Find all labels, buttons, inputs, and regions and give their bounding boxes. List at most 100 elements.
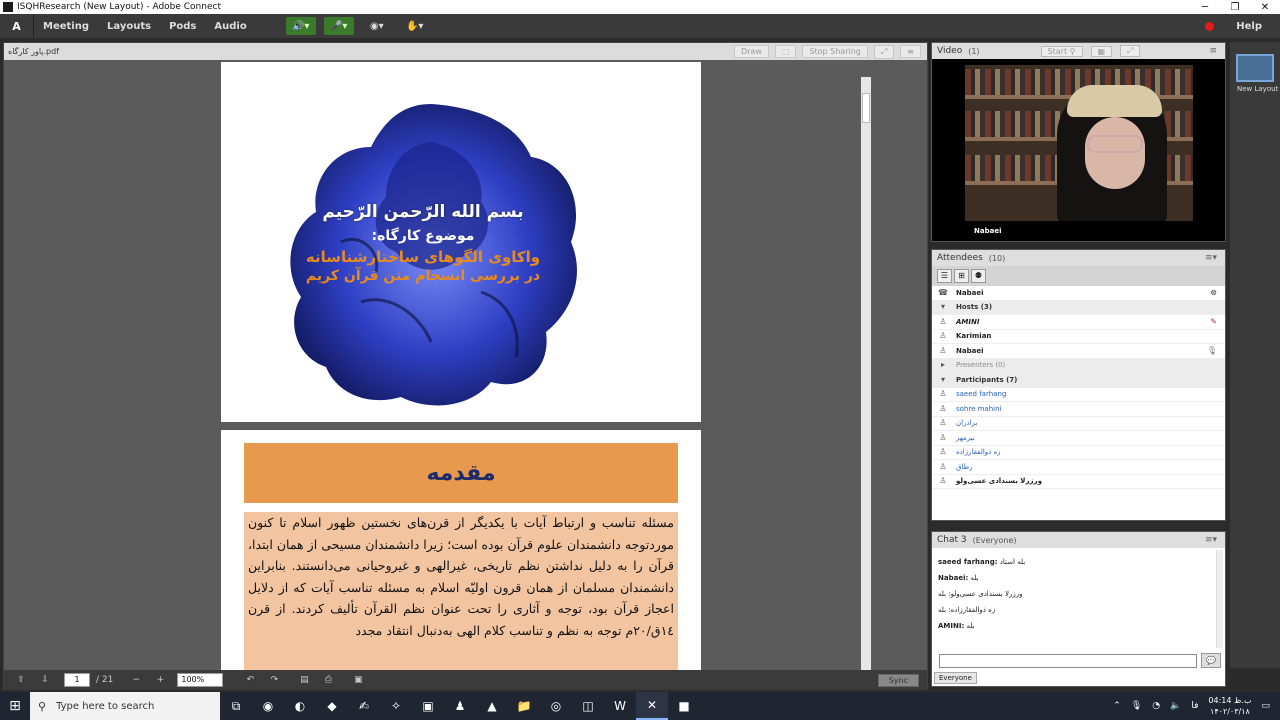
menu-pods[interactable]: Pods <box>160 21 205 32</box>
close-window-button[interactable]: ✕ <box>1250 2 1280 13</box>
chat-tab-everyone[interactable]: Everyone <box>934 672 977 684</box>
zoom-out-icon[interactable]: − <box>129 675 143 685</box>
menu-meeting[interactable]: Meeting <box>34 21 98 32</box>
menu-audio[interactable]: Audio <box>205 21 255 32</box>
participant-icon: ♙ <box>939 461 947 471</box>
fullscreen-icon[interactable]: ⤢ <box>873 44 895 59</box>
breakout-icon[interactable]: ⊞ <box>954 269 969 283</box>
fit-page-icon[interactable]: ▣ <box>351 675 365 685</box>
print-icon[interactable]: ⎙ <box>321 675 335 685</box>
speaker-icon[interactable]: 🔊▾ <box>285 17 316 35</box>
app-icon[interactable]: ▣ <box>412 692 444 720</box>
file-explorer-icon[interactable]: 📁 <box>508 692 540 720</box>
tray-volume-icon[interactable]: 🔈 <box>1170 701 1181 711</box>
app-icon[interactable]: ◫ <box>572 692 604 720</box>
undo-icon[interactable]: ↶ <box>243 675 257 685</box>
chrome-icon[interactable]: ◉ <box>252 692 284 720</box>
adobe-connect-icon <box>3 2 13 12</box>
app-icon[interactable]: ▲ <box>476 692 508 720</box>
previous-page-icon[interactable]: ⇧ <box>14 675 28 685</box>
scrollbar-thumb[interactable] <box>862 93 870 123</box>
input-language[interactable]: فا <box>1191 701 1198 711</box>
record-indicator-icon[interactable] <box>1205 21 1215 31</box>
adobe-connect-taskbar-icon[interactable]: ✕ <box>636 692 668 720</box>
participant-row[interactable]: ♙ saeed farhang <box>932 388 1225 402</box>
status-view-icon[interactable]: ⚉ <box>971 269 986 283</box>
chat-menu-icon[interactable]: ≡▾ <box>1205 535 1217 545</box>
slide-page-1: بسم الله الرّحمن الرّحیم موضوع کارگاه: و… <box>221 62 701 422</box>
help-menu[interactable]: Help <box>1236 21 1262 32</box>
participant-row[interactable]: ♙ رطاق <box>932 460 1225 475</box>
tray-mic-icon[interactable]: 🎙 <box>1131 701 1142 711</box>
sync-button[interactable]: Sync <box>877 673 919 687</box>
minimize-button[interactable]: ─ <box>1190 2 1220 13</box>
app-icon[interactable]: ✧ <box>380 692 412 720</box>
participant-row[interactable]: ♙ sohre mahini <box>932 402 1225 417</box>
notifications-icon[interactable]: ▭ <box>1261 701 1270 711</box>
chat-scrollbar[interactable] <box>1216 550 1223 648</box>
document-icon[interactable]: ▤ <box>297 675 311 685</box>
host-row[interactable]: ♙ AMINI ✎ <box>932 315 1225 330</box>
expand-arrow-icon: ▸ <box>940 360 945 370</box>
draw-button[interactable]: Draw <box>733 45 769 58</box>
participant-icon: ♙ <box>939 403 947 413</box>
participant-icon: ♙ <box>939 389 947 399</box>
selected-attendee-row[interactable]: ☎ Nabaei ⊗ <box>932 286 1225 301</box>
hosts-group[interactable]: ▾ Hosts (3) <box>932 300 1225 315</box>
sticky-notes-icon[interactable]: ■ <box>668 692 700 720</box>
participant-row[interactable]: ♙ برادران <box>932 417 1225 431</box>
slide-title-block: بسم الله الرّحمن الرّحیم موضوع کارگاه: و… <box>273 202 573 284</box>
taskbar-search[interactable]: ⚲ Type here to search <box>30 692 220 720</box>
start-video-button[interactable]: Start ⚲ <box>1040 45 1083 57</box>
app-icon[interactable]: ♟ <box>444 692 476 720</box>
document-viewer[interactable]: بسم الله الرّحمن الرّحیم موضوع کارگاه: و… <box>4 60 927 670</box>
participant-row[interactable]: ♙ زه ذوالفقارزاده <box>932 446 1225 460</box>
edit-status-icon: ✎ <box>1210 317 1217 327</box>
presenters-group[interactable]: ▸ Presenters (0) <box>932 358 1225 373</box>
maximize-button[interactable]: ❐ <box>1220 2 1250 13</box>
video-pod-menu-icon[interactable]: ≡ <box>1209 46 1217 56</box>
zoom-select[interactable]: 100% <box>177 673 224 687</box>
share-pod-toolbar: ⇧ ⇩ 1 / 21 − + 100% ↶ ↷ ▤ ⎙ ▣ Sync <box>4 670 927 690</box>
host-user-icon: ♙ <box>939 345 947 355</box>
task-view-icon[interactable]: ⧉ <box>220 692 252 720</box>
stop-sharing-button[interactable]: Stop Sharing <box>802 45 868 58</box>
word-icon[interactable]: W <box>604 692 636 720</box>
pod-menu-icon[interactable]: ≡ <box>900 45 921 58</box>
taskbar-clock[interactable]: 04:14 ب.ظ ۱۴۰۲/۰۳/۱۸ <box>1208 695 1251 717</box>
layout-thumbnail[interactable] <box>1236 54 1274 82</box>
app-icon[interactable]: ✍ <box>348 692 380 720</box>
search-icon: ⚲ <box>38 699 47 713</box>
redo-icon[interactable]: ↷ <box>267 675 281 685</box>
video-pod: Video (1) Start ⚲ ▦ ⤢ ≡ Nabaei <box>931 42 1226 242</box>
chat-title: Chat 3 <box>937 535 967 545</box>
document-scrollbar[interactable] <box>861 77 871 670</box>
raise-hand-icon[interactable]: ✋▾ <box>400 17 430 35</box>
grid-view-icon[interactable]: ▦ <box>1090 45 1113 57</box>
host-row[interactable]: ♙ Nabaei 🎙 <box>932 344 1225 359</box>
menu-layouts[interactable]: Layouts <box>98 21 160 32</box>
app-icon[interactable]: ◎ <box>540 692 572 720</box>
next-page-icon[interactable]: ⇩ <box>38 675 52 685</box>
microphone-icon[interactable]: 🎤▾ <box>323 17 354 35</box>
list-view-icon[interactable]: ☰ <box>937 269 952 283</box>
tray-network-icon[interactable]: ◔ <box>1152 701 1160 711</box>
chat-message: زه ذوالفقارزاده: بله <box>938 606 996 614</box>
app-icon[interactable]: ◆ <box>316 692 348 720</box>
host-row[interactable]: ♙ Karimian <box>932 330 1225 344</box>
send-message-icon[interactable]: 💬 <box>1201 653 1221 668</box>
attendees-menu-icon[interactable]: ≡▾ <box>1205 253 1217 263</box>
tray-up-icon[interactable]: ⌃ <box>1113 701 1121 711</box>
participant-row[interactable]: ♙ نیرمهر <box>932 431 1225 446</box>
sync-view-icon[interactable]: ⬚ <box>774 45 797 58</box>
edge-icon[interactable]: ◐ <box>284 692 316 720</box>
page-number-input[interactable]: 1 <box>64 673 90 687</box>
participant-row[interactable]: ♙ ورزرلا بسندادی عسی‌ولو <box>932 475 1225 489</box>
participants-group[interactable]: ▾ Participants (7) <box>932 373 1225 388</box>
clear-selection-icon[interactable]: ⊗ <box>1210 288 1217 297</box>
webcam-icon[interactable]: ◉▾ <box>362 17 392 35</box>
windows-start-icon[interactable]: ⊞ <box>0 692 30 720</box>
video-fullscreen-icon[interactable]: ⤢ <box>1120 45 1141 57</box>
zoom-in-icon[interactable]: + <box>153 675 167 685</box>
chat-input[interactable] <box>939 654 1197 668</box>
